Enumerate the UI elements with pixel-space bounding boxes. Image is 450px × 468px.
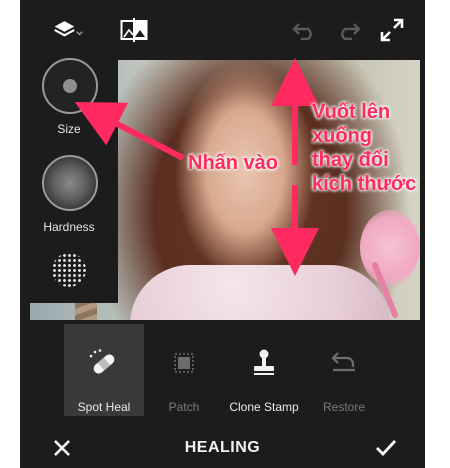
photo-feather xyxy=(360,210,420,285)
redo-icon[interactable] xyxy=(333,14,365,46)
check-icon[interactable] xyxy=(372,434,400,462)
mode-title: HEALING xyxy=(184,439,261,456)
app-window: Size Hardness Nhấn vào Vuốt lên xuống th… xyxy=(20,0,425,468)
swipe-hint-line-2: xuống xyxy=(312,125,372,147)
tool-clone-stamp[interactable]: Clone Stamp xyxy=(224,324,304,416)
compare-icon[interactable] xyxy=(118,14,150,46)
healing-tools-bar: Spot Heal Patch Clone Stamp Restore xyxy=(20,320,425,420)
opacity-dots-icon[interactable] xyxy=(52,253,86,287)
size-button[interactable] xyxy=(42,58,98,114)
size-dot-icon xyxy=(63,79,77,93)
photo-clothing xyxy=(130,265,390,320)
tool-patch[interactable]: Patch xyxy=(144,324,224,416)
tool-spot-heal[interactable]: Spot Heal xyxy=(64,324,144,416)
brush-settings-panel: Size Hardness xyxy=(20,50,118,303)
stamp-icon xyxy=(224,348,304,378)
hardness-button[interactable] xyxy=(42,155,98,211)
layers-icon[interactable] xyxy=(52,14,84,46)
undo-icon[interactable] xyxy=(288,14,320,46)
swipe-hint-text: Vuốt lên xuống thay đổi kích thước xyxy=(312,100,416,196)
restore-icon xyxy=(304,348,384,378)
tap-hint-text: Nhấn vào xyxy=(188,152,279,174)
size-label: Size xyxy=(57,122,81,136)
tool-restore-label: Restore xyxy=(322,400,366,414)
swipe-hint-line-3: thay đổi xyxy=(312,149,389,171)
tool-restore[interactable]: Restore xyxy=(304,324,384,416)
swipe-hint-line-1: Vuốt lên xyxy=(312,101,391,123)
hardness-label: Hardness xyxy=(43,220,95,234)
expand-icon[interactable] xyxy=(376,14,408,46)
patch-icon xyxy=(144,348,224,378)
bandage-icon xyxy=(64,348,144,378)
swipe-hint-line-4: kích thước xyxy=(312,173,417,195)
bottom-bar: HEALING xyxy=(20,420,425,468)
